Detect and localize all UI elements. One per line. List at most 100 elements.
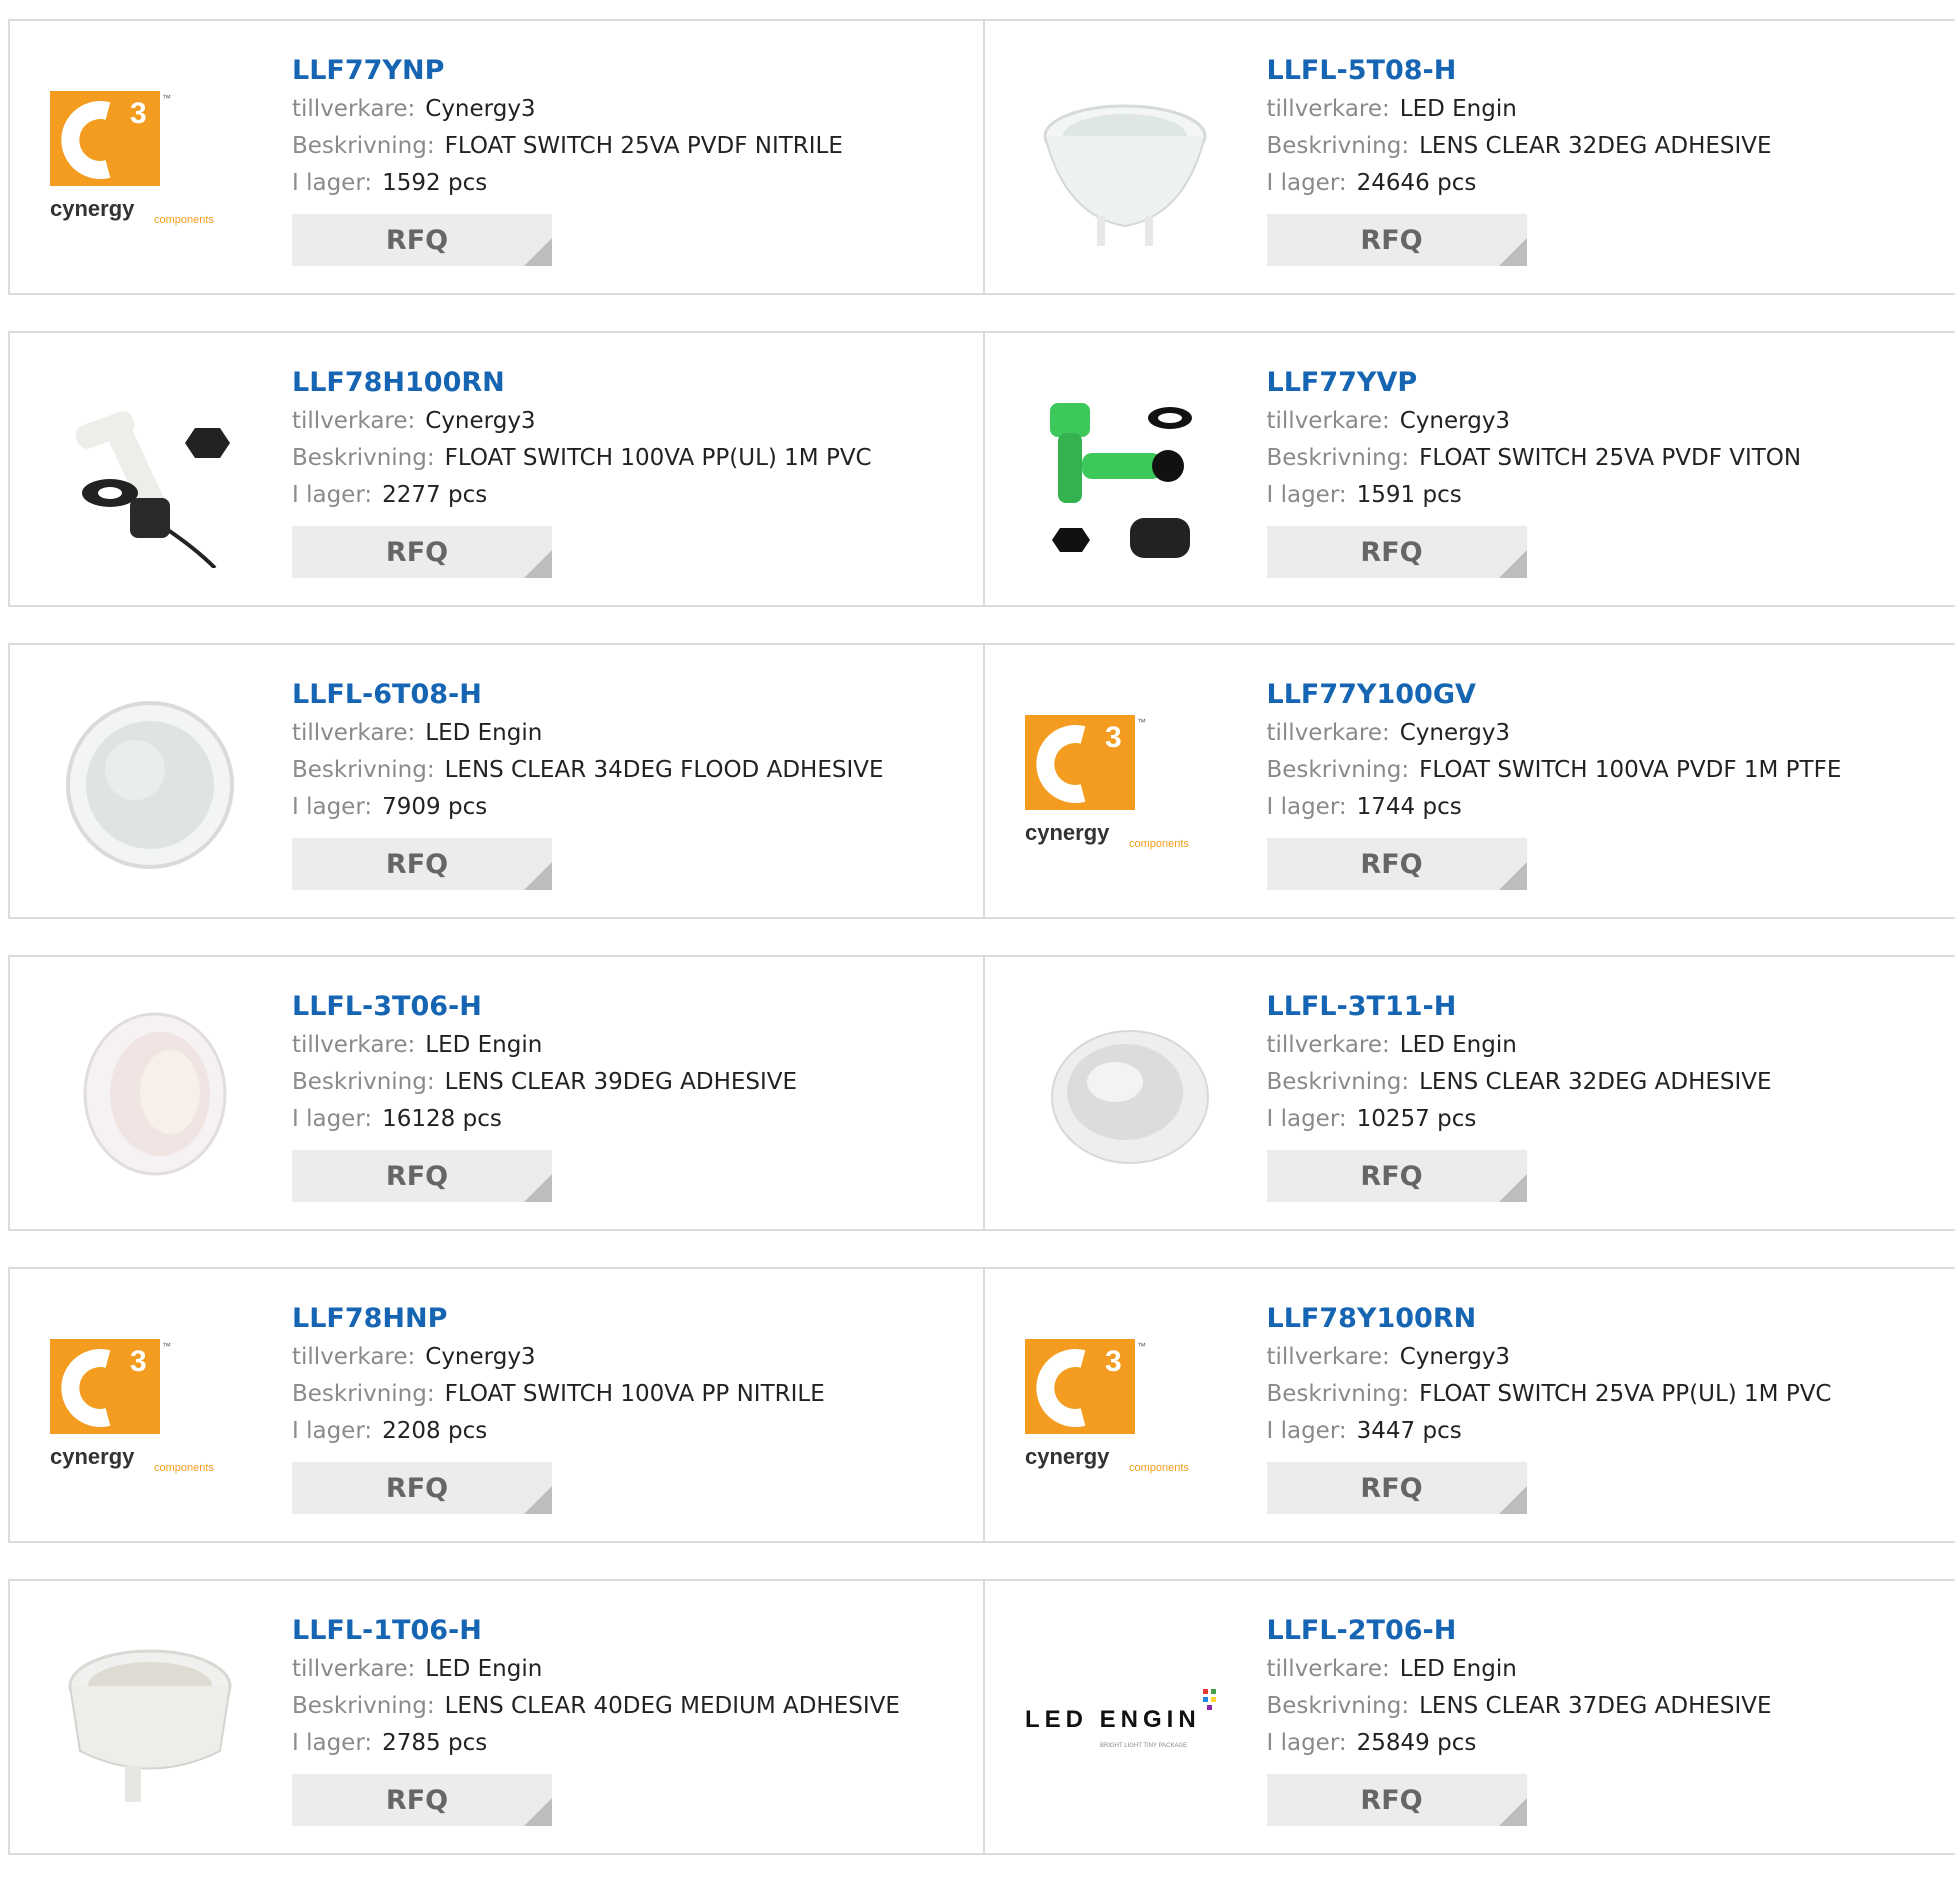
product-info: LLF78HNP tillverkare:Cynergy3 Beskrivnin… [292, 1299, 825, 1514]
lens-image [1035, 1012, 1215, 1182]
product-info: LLF78H100RN tillverkare:Cynergy3 Beskriv… [292, 363, 872, 578]
part-number-link[interactable]: LLF77YNP [292, 51, 843, 91]
product-info: LLFL-6T08-H tillverkare:LED Engin Beskri… [292, 675, 884, 890]
stock-line: I lager: 24646 pcs [1267, 165, 1772, 202]
manufacturer-label: tillverkare: [1267, 1032, 1390, 1058]
rfq-button[interactable]: RFQ [1267, 1462, 1527, 1514]
rfq-button[interactable]: RFQ [292, 838, 552, 890]
svg-text:components: components [1129, 1462, 1189, 1474]
svg-text:™: ™ [162, 1341, 171, 1351]
product-card: LLFL-3T11-H tillverkare:LED Engin Beskri… [983, 957, 1955, 1229]
product-info: LLF77YVP tillverkare:Cynergy3 Beskrivnin… [1267, 363, 1802, 578]
stock-value: 10257 pcs [1357, 1106, 1477, 1132]
rfq-label: RFQ [386, 537, 448, 568]
rfq-button[interactable]: RFQ [1267, 526, 1527, 578]
description-value: LENS CLEAR 39DEG ADHESIVE [445, 1069, 797, 1095]
stock-label: I lager: [292, 1730, 372, 1756]
product-thumbnail[interactable] [50, 997, 250, 1197]
part-number-link[interactable]: LLF78H100RN [292, 363, 872, 403]
stock-line: I lager:2785 pcs [292, 1725, 900, 1762]
svg-text:cynergy: cynergy [50, 196, 135, 221]
part-number-link[interactable]: LLFL-2T06-H [1267, 1611, 1772, 1651]
stock-label: I lager: [1267, 482, 1347, 508]
manufacturer-line: tillverkare:LED Engin [292, 1027, 797, 1064]
stock-label: I lager: [1267, 170, 1347, 196]
float-switch-image [1030, 378, 1220, 568]
description-label: Beskrivning: [292, 133, 435, 159]
manufacturer-line: tillverkare:Cynergy3 [1267, 715, 1842, 752]
stock-value: 2277 pcs [382, 482, 487, 508]
svg-text:components: components [1129, 838, 1189, 850]
stock-line: I lager:16128 pcs [292, 1101, 797, 1138]
part-number-link[interactable]: LLF77Y100GV [1267, 675, 1842, 715]
rfq-button[interactable]: RFQ [292, 214, 552, 266]
product-row: LLFL-3T06-H tillverkare:LED Engin Beskri… [8, 955, 1955, 1231]
manufacturer-value: LED Engin [425, 1032, 542, 1058]
description-label: Beskrivning: [1267, 445, 1410, 471]
description-value: FLOAT SWITCH 100VA PVDF 1M PTFE [1419, 757, 1841, 783]
stock-value: 3447 pcs [1357, 1418, 1462, 1444]
stock-label: I lager: [1267, 1106, 1347, 1132]
manufacturer-label: tillverkare: [1267, 1344, 1390, 1370]
part-number-link[interactable]: LLFL-1T06-H [292, 1611, 900, 1651]
rfq-button[interactable]: RFQ [1267, 838, 1527, 890]
product-row: 3 ™ cynergy components LLF77YNP tillverk… [8, 19, 1955, 295]
manufacturer-line: tillverkare:Cynergy3 [292, 91, 843, 128]
description-label: Beskrivning: [1267, 133, 1410, 159]
stock-label: I lager: [1267, 1730, 1347, 1756]
rfq-button[interactable]: RFQ [292, 1774, 552, 1826]
float-switch-image [55, 378, 245, 568]
rfq-label: RFQ [1360, 1161, 1422, 1192]
part-number-link[interactable]: LLF78HNP [292, 1299, 825, 1339]
product-thumbnail[interactable] [1025, 373, 1225, 573]
part-number-link[interactable]: LLFL-3T11-H [1267, 987, 1772, 1027]
part-number-link[interactable]: LLF77YVP [1267, 363, 1802, 403]
product-thumbnail[interactable]: 3 ™ cynergy components [1025, 1309, 1225, 1509]
stock-label: I lager: [1267, 1418, 1347, 1444]
rfq-button[interactable]: RFQ [1267, 1150, 1527, 1202]
product-thumbnail[interactable]: LED ENGIN BRIGHT LIGHT TINY PACKAGE [1025, 1621, 1225, 1821]
svg-text:™: ™ [162, 93, 171, 103]
product-thumbnail[interactable]: 3 ™ cynergy components [50, 1309, 250, 1509]
rfq-label: RFQ [386, 1785, 448, 1816]
part-number-link[interactable]: LLFL-3T06-H [292, 987, 797, 1027]
lens-image [60, 1002, 240, 1192]
svg-text:3: 3 [1105, 721, 1122, 754]
part-number-link[interactable]: LLFL-6T08-H [292, 675, 884, 715]
product-card: LLFL-1T06-H tillverkare:LED Engin Beskri… [10, 1581, 983, 1853]
product-thumbnail[interactable] [50, 1621, 250, 1821]
description-value: LENS CLEAR 32DEG ADHESIVE [1419, 133, 1771, 159]
rfq-button[interactable]: RFQ [1267, 1774, 1527, 1826]
part-number-link[interactable]: LLF78Y100RN [1267, 1299, 1832, 1339]
product-thumbnail[interactable]: 3 ™ cynergy components [50, 61, 250, 261]
stock-value: 1744 pcs [1357, 794, 1462, 820]
rfq-button[interactable]: RFQ [292, 526, 552, 578]
svg-text:cynergy: cynergy [50, 1444, 135, 1469]
corner-arrow-icon [524, 238, 552, 266]
rfq-button[interactable]: RFQ [292, 1462, 552, 1514]
product-thumbnail[interactable] [1025, 997, 1225, 1197]
description-line: Beskrivning:LENS CLEAR 34DEG FLOOD ADHES… [292, 752, 884, 789]
product-thumbnail[interactable]: 3 ™ cynergy components [1025, 685, 1225, 885]
description-label: Beskrivning: [292, 1069, 435, 1095]
part-number-link[interactable]: LLFL-5T08-H [1267, 51, 1772, 91]
rfq-button[interactable]: RFQ [292, 1150, 552, 1202]
description-line: Beskrivning:LENS CLEAR 37DEG ADHESIVE [1267, 1688, 1772, 1725]
product-thumbnail[interactable] [50, 373, 250, 573]
product-info: LLFL-2T06-H tillverkare:LED Engin Beskri… [1267, 1611, 1772, 1826]
stock-value: 7909 pcs [382, 794, 487, 820]
stock-value: 24646 pcs [1357, 170, 1477, 196]
description-value: FLOAT SWITCH 100VA PP(UL) 1M PVC [445, 445, 872, 471]
stock-line: I lager:7909 pcs [292, 789, 884, 826]
stock-value: 2208 pcs [382, 1418, 487, 1444]
description-line: Beskrivning:LENS CLEAR 40DEG MEDIUM ADHE… [292, 1688, 900, 1725]
manufacturer-label: tillverkare: [292, 1656, 415, 1682]
svg-text:™: ™ [1137, 717, 1146, 727]
product-thumbnail[interactable] [50, 685, 250, 885]
product-card: LLFL-3T06-H tillverkare:LED Engin Beskri… [10, 957, 983, 1229]
lens-image [55, 690, 245, 880]
product-thumbnail[interactable] [1025, 61, 1225, 261]
rfq-button[interactable]: RFQ [1267, 214, 1527, 266]
description-value: FLOAT SWITCH 100VA PP NITRILE [445, 1381, 825, 1407]
manufacturer-value: LED Engin [1400, 96, 1517, 122]
